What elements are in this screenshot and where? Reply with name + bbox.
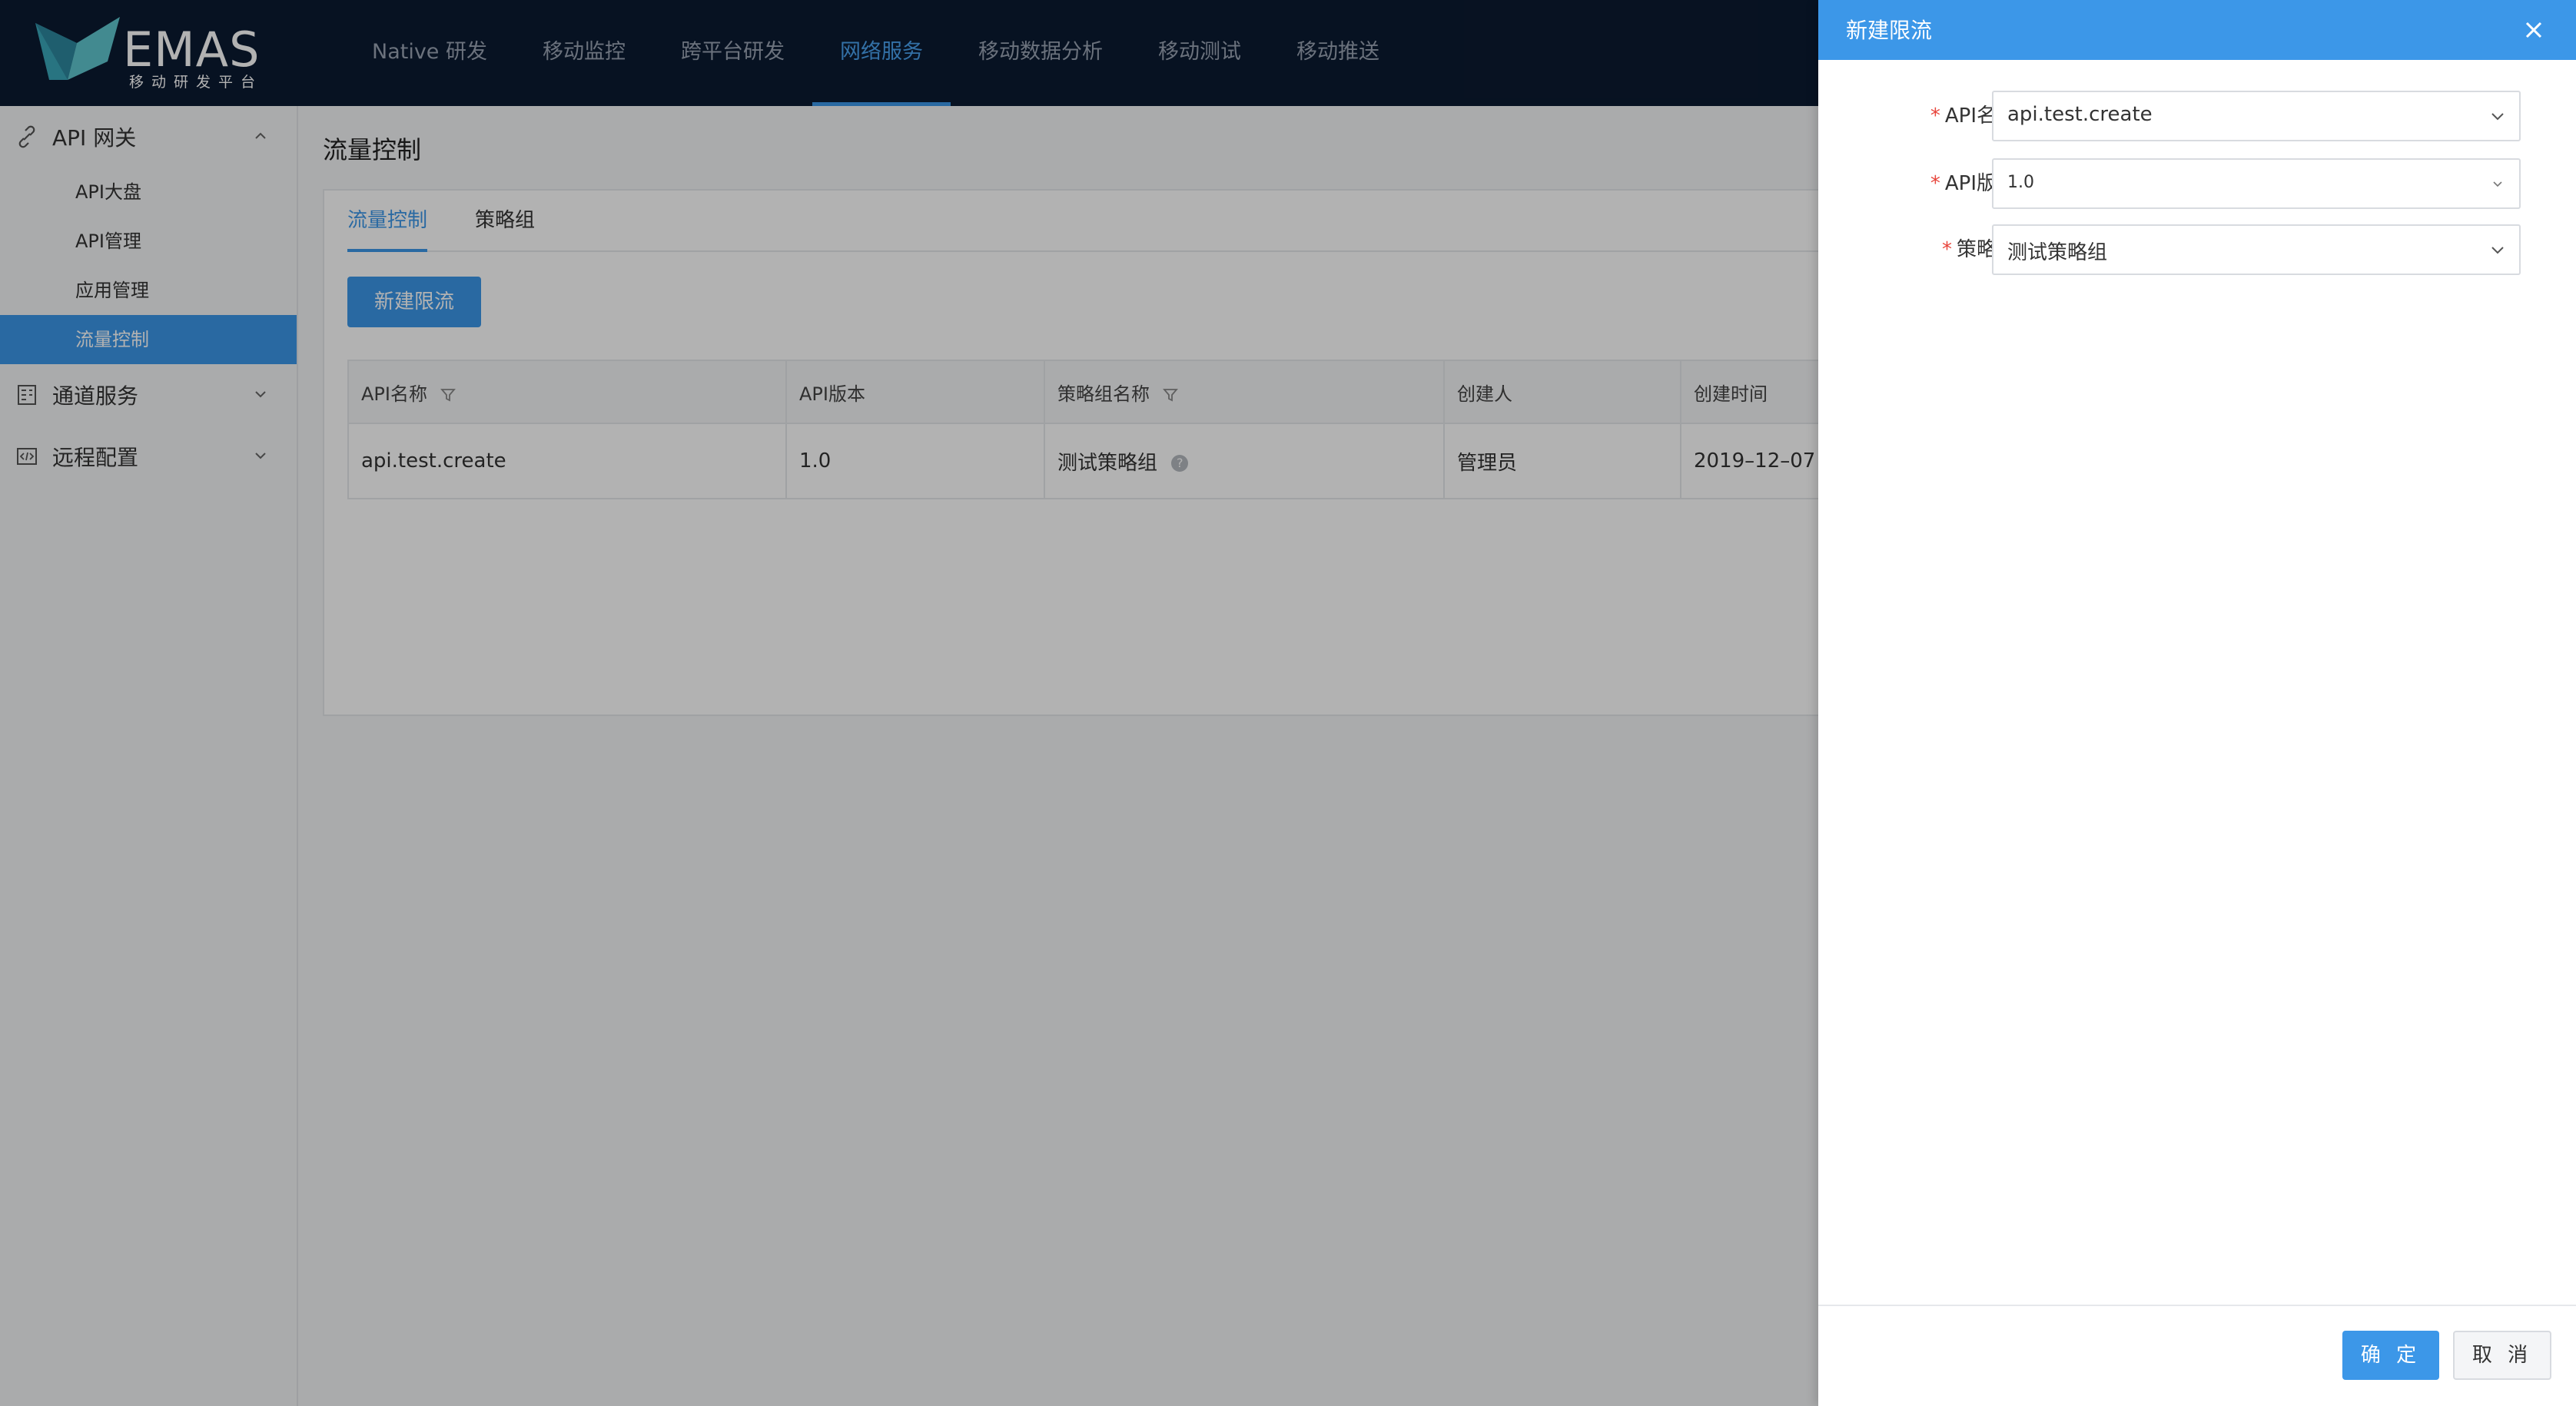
- confirm-button[interactable]: 确 定: [2342, 1331, 2439, 1380]
- required-mark: *: [1930, 104, 1940, 128]
- drawer-title: 新建限流: [1846, 18, 1933, 43]
- cancel-button[interactable]: 取 消: [2453, 1331, 2551, 1380]
- close-icon[interactable]: [2519, 15, 2548, 45]
- api-name-select[interactable]: api.test.create: [1992, 91, 2521, 141]
- chevron-down-icon: [2491, 113, 2504, 121]
- drawer-footer: 确 定 取 消: [1818, 1305, 2576, 1406]
- api-version-select[interactable]: 1.0: [1992, 158, 2521, 209]
- policy-group-value: 测试策略组: [2007, 241, 2108, 264]
- policy-group-select[interactable]: 测试策略组: [1992, 224, 2521, 275]
- form-row-api-name: * API名称 api.test.create: [1818, 91, 2576, 141]
- required-mark: *: [1930, 172, 1940, 195]
- required-mark: *: [1941, 238, 1952, 261]
- api-name-value: api.test.create: [2007, 103, 2153, 126]
- api-version-value: 1.0: [2007, 173, 2034, 192]
- form-row-policy-group: * 策略组 测试策略组: [1818, 224, 2576, 275]
- new-throttle-drawer: 新建限流 * API名称 api.test.create * API版本 1.0 *…: [1818, 0, 2576, 1406]
- chevron-down-icon: [2491, 247, 2504, 254]
- form-row-api-version: * API版本 1.0: [1818, 158, 2576, 209]
- chevron-down-icon: [2493, 181, 2502, 187]
- drawer-header: 新建限流: [1818, 0, 2576, 60]
